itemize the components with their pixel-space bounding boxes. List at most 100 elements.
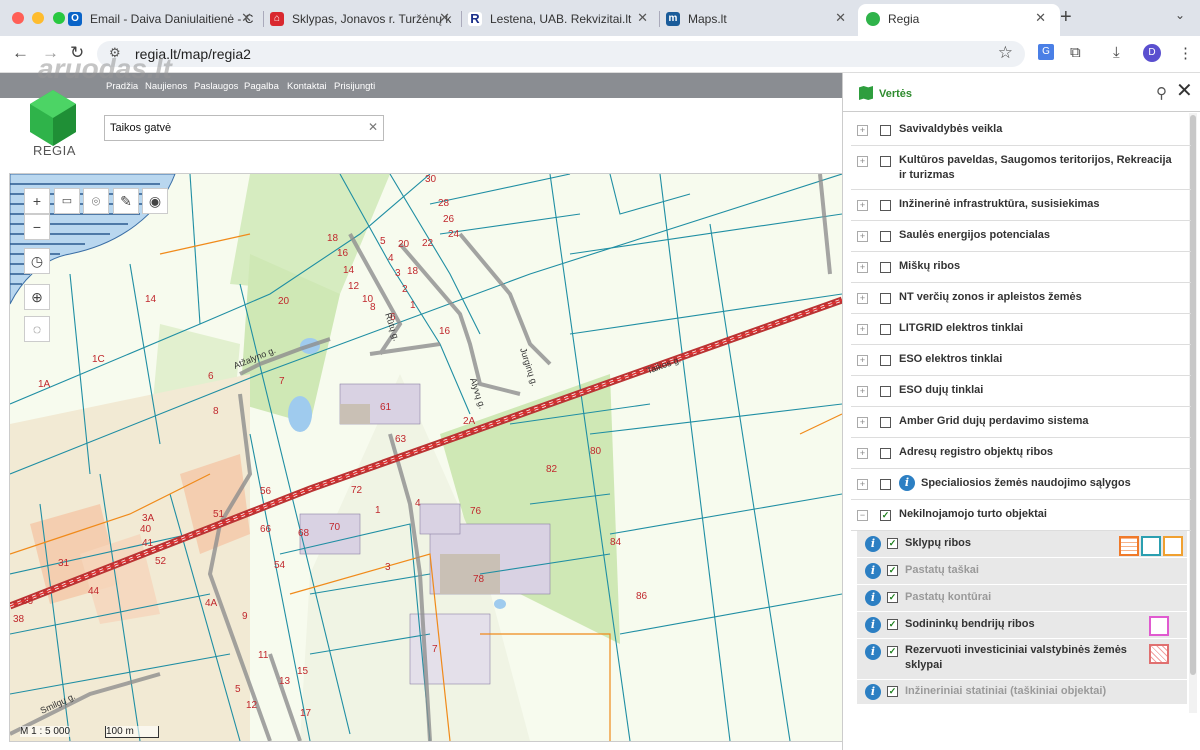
expand-icon[interactable]: + [857,262,868,273]
expand-icon[interactable]: + [857,324,868,335]
sublayer-checkbox-checked[interactable]: ✓ [887,619,898,630]
sublayer-pastatu-konturai[interactable]: i ✓ Pastatų kontūrai [857,585,1187,612]
translate-icon[interactable]: G [1038,44,1054,60]
sublayer-sklypu-ribos[interactable]: i ✓ Sklypų ribos [857,531,1187,558]
layer-litgrid[interactable]: + LITGRID elektros tinklai [851,314,1191,345]
tab-sklypas[interactable]: ⌂ Sklypas, Jonavos r. Turžėnų k ✕ [270,5,456,31]
browser-menu-icon[interactable]: ⋮ [1178,44,1193,62]
expand-icon[interactable]: + [857,200,868,211]
close-tab-icon[interactable]: ✕ [637,5,648,31]
locate-me-icon[interactable]: ⊕ [24,284,50,310]
sublayer-checkbox-checked[interactable]: ✓ [887,592,898,603]
info-icon[interactable]: i [865,644,881,660]
minimize-window-icon[interactable] [32,12,45,24]
layer-checkbox[interactable] [880,262,891,273]
layer-nt-verciu[interactable]: + NT verčių zonos ir apleistos žemės [851,283,1191,314]
expand-icon[interactable]: + [857,479,868,490]
maximize-window-icon[interactable] [52,12,65,24]
expand-icon[interactable]: + [857,448,868,459]
menu-item-kontaktai[interactable]: Kontaktai [287,81,327,92]
layer-specialiosios[interactable]: + i Specialiosios žemės naudojimo sąlygo… [851,469,1191,500]
expand-icon[interactable]: + [857,386,868,397]
info-icon[interactable]: i [865,563,881,579]
expand-icon[interactable]: + [857,231,868,242]
layer-eso-duju[interactable]: + ESO dujų tinklai [851,376,1191,407]
layer-checkbox[interactable] [880,293,891,304]
measure-distance-icon[interactable]: ▭ [54,188,80,214]
zoom-in-button[interactable]: + [24,188,50,214]
layer-checkbox[interactable] [880,417,891,428]
sublayer-inzineriniai[interactable]: i ✓ Inžineriniai statiniai (taškiniai ob… [857,680,1187,705]
sublayer-checkbox-checked[interactable]: ✓ [887,565,898,576]
close-window-icon[interactable] [12,12,24,24]
layer-kulturos-paveldas[interactable]: + Kultūros paveldas, Saugomos teritorijo… [851,146,1191,190]
tab-lestena[interactable]: R Lestena, UAB. Rekvizitai.lt ✕ [468,5,654,31]
info-icon[interactable]: i [899,475,915,491]
svg-text:6: 6 [208,371,214,382]
unpin-icon[interactable]: ⚲ [1156,84,1167,102]
sublayer-sodininku[interactable]: i ✓ Sodininkų bendrijų ribos [857,612,1187,639]
layer-checkbox[interactable] [880,479,891,490]
location-icon[interactable]: ◉ [142,188,168,214]
layer-checkbox[interactable] [880,200,891,211]
layer-checkbox[interactable] [880,231,891,242]
info-icon[interactable]: i [865,617,881,633]
layer-saules[interactable]: + Saulės energijos potencialas [851,221,1191,252]
expand-icon[interactable]: + [857,156,868,167]
tab-maps[interactable]: m Maps.lt ✕ [666,5,852,31]
download-icon[interactable]: ⤓ [1113,44,1120,61]
menu-item-prisijungti[interactable]: Prisijungti [334,81,375,92]
new-tab-button[interactable]: + [1060,6,1072,29]
history-icon[interactable]: ◷ [24,248,50,274]
close-tab-icon[interactable]: ✕ [439,5,450,31]
tab-regia[interactable]: Regia ✕ [858,4,1060,36]
info-icon[interactable]: i [865,536,881,552]
layer-savivaldybes[interactable]: + Savivaldybės veikla [851,115,1191,146]
edit-icon[interactable]: ✎ [113,188,139,214]
extensions-icon[interactable]: ⧉ [1070,44,1081,61]
back-arrow-icon[interactable]: ← [12,43,29,63]
layer-checkbox[interactable] [880,324,891,335]
clear-search-icon[interactable]: ✕ [368,120,378,134]
layer-checkbox[interactable] [880,448,891,459]
layer-amber-grid[interactable]: + Amber Grid dujų perdavimo sistema [851,407,1191,438]
info-icon[interactable]: i [865,590,881,606]
layer-adresu-registro[interactable]: + Adresų registro objektų ribos [851,438,1191,469]
expand-icon[interactable]: + [857,293,868,304]
layer-checkbox-checked[interactable]: ✓ [880,510,891,521]
map-pin-icon[interactable]: ⌾ [83,188,109,214]
map-canvas[interactable]: 30 14 20 1C 1A 18 16 14 12 10 8 6 5 4 3 … [9,173,843,742]
sublayer-rezervuoti[interactable]: i ✓ Rezervuoti investiciniai valstybinės… [857,639,1187,680]
avatar[interactable]: D [1143,44,1161,62]
expand-icon[interactable]: + [857,125,868,136]
layer-nekilnojamojo[interactable]: − ✓ Nekilnojamojo turto objektai [851,500,1191,531]
layer-checkbox[interactable] [880,386,891,397]
layer-checkbox[interactable] [880,355,891,366]
expand-icon[interactable]: + [857,417,868,428]
close-tab-icon[interactable]: ✕ [835,5,846,31]
menu-item-paslaugos[interactable]: Paslaugos [194,81,238,92]
bookmark-star-icon[interactable]: ☆ [998,43,1013,63]
address-search-input[interactable]: Taikos gatvė ✕ [104,115,384,141]
sublayer-pastatu-taskai[interactable]: i ✓ Pastatų taškai [857,558,1187,585]
menu-item-pagalba[interactable]: Pagalba [244,81,279,92]
layer-checkbox[interactable] [880,125,891,136]
zoom-out-button[interactable]: − [24,214,50,240]
close-tab-icon[interactable]: ✕ [1035,4,1046,32]
close-panel-icon[interactable]: ✕ [1176,78,1193,103]
sublayer-checkbox-checked[interactable]: ✓ [887,646,898,657]
layer-inzinerine[interactable]: + Inžinerinė infrastruktūra, susisiekima… [851,190,1191,221]
lasso-select-icon[interactable]: ◌ [24,316,50,342]
tab-search-icon[interactable]: ⌄ [1175,8,1185,22]
tab-email[interactable]: O Email - Daiva Daniulaitienė - C ✕ [68,5,258,31]
url-field[interactable]: ⚙ regia.lt/map/regia2 ☆ [97,41,1025,67]
collapse-icon[interactable]: − [857,510,868,521]
sublayer-checkbox-checked[interactable]: ✓ [887,686,898,697]
sublayer-checkbox-checked[interactable]: ✓ [887,538,898,549]
layer-eso-elektros[interactable]: + ESO elektros tinklai [851,345,1191,376]
expand-icon[interactable]: + [857,355,868,366]
info-icon[interactable]: i [865,684,881,700]
layer-checkbox[interactable] [880,156,891,167]
close-tab-icon[interactable]: ✕ [241,5,252,31]
layer-misku[interactable]: + Miškų ribos [851,252,1191,283]
